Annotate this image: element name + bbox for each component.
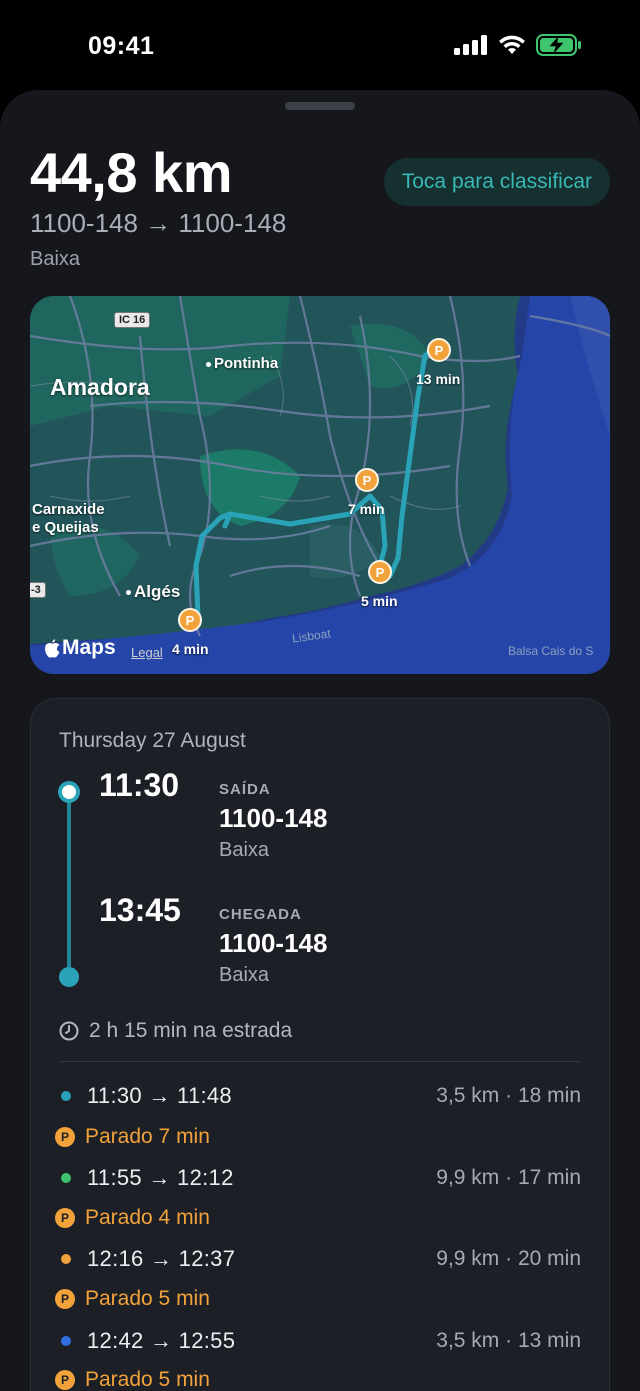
segment-color-dot	[61, 1254, 71, 1264]
segment-time: 11:55 → 12:12	[87, 1165, 234, 1190]
segment-row[interactable]: 11:55 → 12:12 9,9 km · 17 min	[59, 1163, 581, 1193]
trip-details-card: Thursday 27 August 11:30 SAÍDA 1100-148 …	[30, 698, 610, 1391]
segment-row[interactable]: 12:16 → 12:37 9,9 km · 20 min	[59, 1244, 581, 1274]
apple-logo-icon	[45, 638, 60, 658]
status-bar: 09:41	[0, 0, 640, 92]
trip-map[interactable]: IC 16 -3 Pontinha Amadora Carnaxide e Qu…	[30, 296, 610, 674]
rate-trip-button[interactable]: Toca para classificar	[383, 158, 610, 206]
parking-icon: P	[55, 1127, 75, 1147]
map-label-carnaxide-2: e Queijas	[32, 519, 99, 536]
map-background	[30, 296, 610, 674]
segment-meta: 3,5 km · 13 min	[436, 1329, 581, 1352]
map-label-amadora: Amadora	[50, 374, 150, 400]
stop-label: Parado 5 min	[85, 1287, 210, 1310]
sheet-grabber[interactable]	[285, 102, 355, 110]
apple-maps-logo: Maps	[44, 636, 116, 660]
trip-duration-text: 2 h 15 min na estrada	[89, 1019, 293, 1042]
map-stop-eta: 5 min	[361, 593, 398, 609]
stop-row[interactable]: P Parado 7 min	[55, 1122, 210, 1152]
timeline-start-dot	[58, 781, 80, 803]
departure-code: 1100-148	[219, 803, 328, 833]
departure-kind: SAÍDA	[219, 781, 271, 798]
segment-time: 11:30 → 11:48	[87, 1083, 232, 1108]
arrival-time: 13:45	[99, 892, 181, 928]
segment-meta: 9,9 km · 20 min	[436, 1247, 581, 1270]
arrival-code: 1100-148	[219, 928, 328, 958]
trip-sheet: 44,8 km 1100-148 → 1100-148 Baixa Toca p…	[0, 90, 640, 1391]
stop-label: Parado 4 min	[85, 1206, 210, 1229]
trip-route: 1100-148 → 1100-148	[30, 208, 287, 238]
stop-row[interactable]: P Parado 5 min	[55, 1284, 210, 1314]
segment-time: 12:16 → 12:37	[87, 1246, 236, 1271]
map-legal-link[interactable]: Legal	[131, 645, 163, 660]
parking-icon: P	[55, 1208, 75, 1228]
map-stop-pin[interactable]: P	[355, 468, 379, 492]
alges-dot-icon	[126, 590, 131, 596]
cellular-signal-icon	[454, 35, 487, 55]
segment-color-dot	[61, 1173, 71, 1183]
map-label-balsa: Balsa Cais do S	[508, 644, 594, 658]
departure-place: Baixa	[219, 839, 270, 861]
road-shield-a3: -3	[30, 582, 46, 598]
pontinha-dot-icon	[206, 361, 211, 367]
maps-wordmark: Maps	[62, 636, 116, 659]
map-stop-eta: 13 min	[416, 371, 461, 387]
parking-icon: P	[55, 1370, 75, 1390]
battery-charging-icon	[536, 34, 581, 56]
parking-icon: P	[55, 1289, 75, 1309]
segment-row[interactable]: 11:30 → 11:48 3,5 km · 18 min	[59, 1081, 581, 1111]
arrival-place: Baixa	[219, 964, 270, 986]
wifi-icon	[499, 35, 525, 54]
timeline-end-dot	[59, 967, 79, 987]
segment-meta: 3,5 km · 18 min	[436, 1084, 581, 1107]
clock-icon	[59, 1021, 79, 1041]
stop-label: Parado 7 min	[85, 1125, 210, 1148]
stop-label: Parado 5 min	[85, 1368, 210, 1391]
arrival-kind: CHEGADA	[219, 906, 302, 923]
map-stop-eta: 7 min	[348, 501, 385, 517]
stop-row[interactable]: P Parado 5 min	[55, 1365, 210, 1391]
segment-row[interactable]: 12:42 → 12:55 3,5 km · 13 min	[59, 1326, 581, 1356]
map-stop-pin[interactable]: P	[427, 338, 451, 362]
map-stop-pin[interactable]: P	[368, 560, 392, 584]
status-icons	[454, 34, 582, 56]
status-time: 09:41	[88, 32, 155, 60]
trip-duration: 2 h 15 min na estrada	[59, 1019, 292, 1043]
departure-time: 11:30	[99, 767, 180, 803]
map-label-pontinha: Pontinha	[206, 355, 278, 372]
segment-color-dot	[61, 1336, 71, 1346]
segment-color-dot	[61, 1091, 71, 1101]
road-shield-ic16: IC 16	[114, 312, 151, 328]
trip-distance: 44,8 km	[30, 141, 233, 204]
trip-area: Baixa	[30, 248, 81, 270]
map-stop-pin[interactable]: P	[178, 608, 202, 632]
timeline-line	[67, 795, 71, 977]
divider	[59, 1061, 581, 1062]
map-label-alges: Algés	[126, 582, 180, 602]
segment-time: 12:42 → 12:55	[87, 1328, 236, 1353]
stop-row[interactable]: P Parado 4 min	[55, 1203, 210, 1233]
map-stop-eta: 4 min	[172, 641, 209, 657]
map-label-carnaxide-1: Carnaxide	[32, 501, 105, 518]
segment-meta: 9,9 km · 17 min	[436, 1166, 581, 1189]
trip-date: Thursday 27 August	[59, 729, 246, 752]
